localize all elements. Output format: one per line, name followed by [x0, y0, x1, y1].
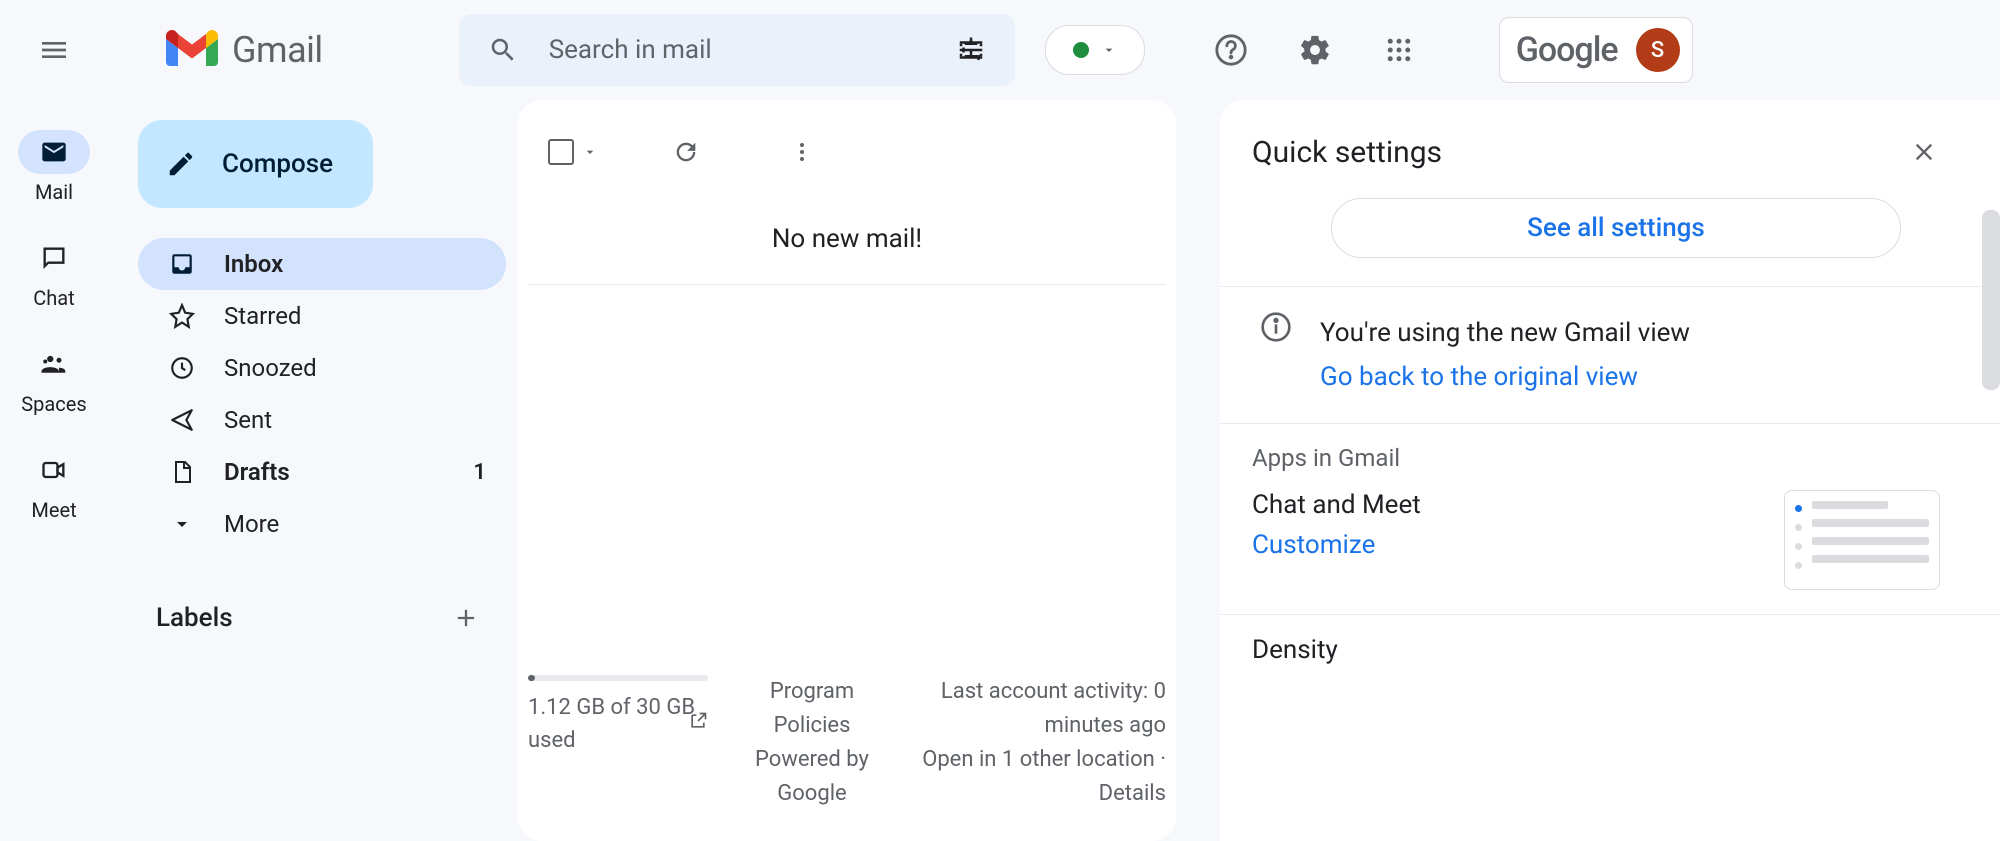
mail-footer: 1.12 GB of 30 GB used Program Policies P… — [518, 655, 1176, 841]
go-back-link[interactable]: Go back to the original view — [1320, 355, 1690, 399]
nav-label: Inbox — [224, 250, 283, 278]
labels-header: Labels — [138, 590, 506, 646]
apps-grid-icon — [1384, 35, 1414, 65]
new-view-notice: You're using the new Gmail view Go back … — [1252, 287, 1980, 423]
chevron-down-icon — [1101, 42, 1117, 58]
nav-label: Starred — [224, 302, 301, 330]
status-active-dot — [1073, 42, 1089, 58]
hamburger-icon — [38, 34, 70, 66]
refresh-button[interactable] — [658, 124, 714, 180]
chevron-down-icon — [582, 144, 598, 160]
inbox-icon — [168, 250, 196, 278]
main-menu-button[interactable] — [22, 18, 86, 82]
quick-settings-panel: Quick settings See all settings You're u… — [1220, 100, 2000, 841]
nav-drafts[interactable]: Drafts 1 — [138, 446, 506, 498]
nav-label: Sent — [224, 406, 272, 434]
plus-icon — [452, 604, 480, 632]
chat-meet-row: Chat and Meet Customize — [1252, 490, 1980, 590]
rail-label: Chat — [33, 286, 74, 310]
app-rail: Mail Chat Spaces Meet — [0, 100, 108, 841]
search-options-icon[interactable] — [943, 22, 999, 78]
settings-button[interactable] — [1287, 22, 1343, 78]
nav-label: Drafts — [224, 458, 290, 486]
drafts-count: 1 — [473, 460, 486, 485]
storage-bar — [528, 675, 708, 681]
nav-label: Snoozed — [224, 354, 317, 382]
rail-item-mail[interactable]: Mail — [18, 130, 90, 204]
see-all-settings-button[interactable]: See all settings — [1331, 198, 1901, 258]
open-external-icon — [688, 711, 708, 731]
avatar: S — [1636, 28, 1680, 72]
search-icon[interactable] — [475, 22, 531, 78]
sidebar: Compose Inbox Starred Snoozed Sent Draft… — [108, 100, 518, 841]
nav-inbox[interactable]: Inbox — [138, 238, 506, 290]
close-icon — [1910, 138, 1938, 166]
account-chip[interactable]: Google S — [1499, 17, 1693, 83]
refresh-icon — [672, 138, 700, 166]
info-icon — [1260, 311, 1292, 343]
gmail-m-icon — [166, 30, 218, 70]
mail-icon — [40, 138, 68, 166]
rail-item-chat[interactable]: Chat — [18, 236, 90, 310]
nav-sent[interactable]: Sent — [138, 394, 506, 446]
density-section-title: Density — [1252, 615, 1980, 683]
nav-more[interactable]: More — [138, 498, 506, 550]
rail-item-spaces[interactable]: Spaces — [18, 342, 90, 416]
gmail-logo[interactable]: Gmail — [166, 29, 323, 71]
rail-label: Mail — [35, 180, 73, 204]
close-settings-button[interactable] — [1896, 124, 1952, 180]
support-button[interactable] — [1203, 22, 1259, 78]
apps-button[interactable] — [1371, 22, 1427, 78]
rail-label: Meet — [31, 498, 76, 522]
gear-icon — [1298, 33, 1332, 67]
apps-section-title: Apps in Gmail — [1252, 424, 1980, 490]
mail-pane: No new mail! 1.12 GB of 30 GB used Progr… — [518, 100, 1176, 841]
header-actions: Google S — [1203, 17, 1693, 83]
layout-preview — [1784, 490, 1940, 590]
chevron-down-icon — [168, 510, 196, 538]
search-input[interactable] — [549, 35, 925, 65]
scrollbar[interactable] — [1982, 210, 2000, 390]
select-all[interactable] — [548, 139, 598, 165]
nav-starred[interactable]: Starred — [138, 290, 506, 342]
policies-info[interactable]: Program Policies Powered by Google — [742, 675, 882, 811]
more-button[interactable] — [774, 124, 830, 180]
send-icon — [168, 406, 196, 434]
rail-label: Spaces — [21, 392, 86, 416]
compose-label: Compose — [222, 149, 333, 179]
add-label-button[interactable] — [438, 590, 494, 646]
header: Gmail Google S — [0, 0, 2000, 100]
more-vert-icon — [790, 140, 814, 164]
compose-button[interactable]: Compose — [138, 120, 373, 208]
folder-list: Inbox Starred Snoozed Sent Drafts 1 M — [138, 238, 506, 550]
empty-inbox-message: No new mail! — [528, 204, 1166, 285]
video-icon — [40, 456, 68, 484]
rail-item-meet[interactable]: Meet — [18, 448, 90, 522]
help-icon — [1214, 33, 1248, 67]
draft-icon — [168, 458, 196, 486]
chat-meet-label: Chat and Meet — [1252, 490, 1421, 520]
pencil-icon — [166, 149, 196, 179]
star-icon — [168, 302, 196, 330]
activity-info[interactable]: Last account activity: 0 minutes ago Ope… — [906, 675, 1166, 811]
customize-link[interactable]: Customize — [1252, 530, 1421, 560]
info-heading: You're using the new Gmail view — [1320, 311, 1690, 355]
nav-label: More — [224, 510, 279, 538]
search-bar[interactable] — [459, 14, 1015, 86]
chat-icon — [40, 244, 68, 272]
storage-info[interactable]: 1.12 GB of 30 GB used — [528, 675, 718, 811]
labels-title: Labels — [156, 603, 233, 633]
quick-settings-title: Quick settings — [1252, 135, 1442, 170]
google-wordmark: Google — [1516, 30, 1618, 70]
checkbox-icon — [548, 139, 574, 165]
status-selector[interactable] — [1045, 25, 1145, 75]
gmail-wordmark: Gmail — [232, 29, 323, 71]
groups-icon — [39, 349, 69, 379]
mail-toolbar — [518, 100, 1176, 204]
nav-snoozed[interactable]: Snoozed — [138, 342, 506, 394]
clock-icon — [168, 354, 196, 382]
